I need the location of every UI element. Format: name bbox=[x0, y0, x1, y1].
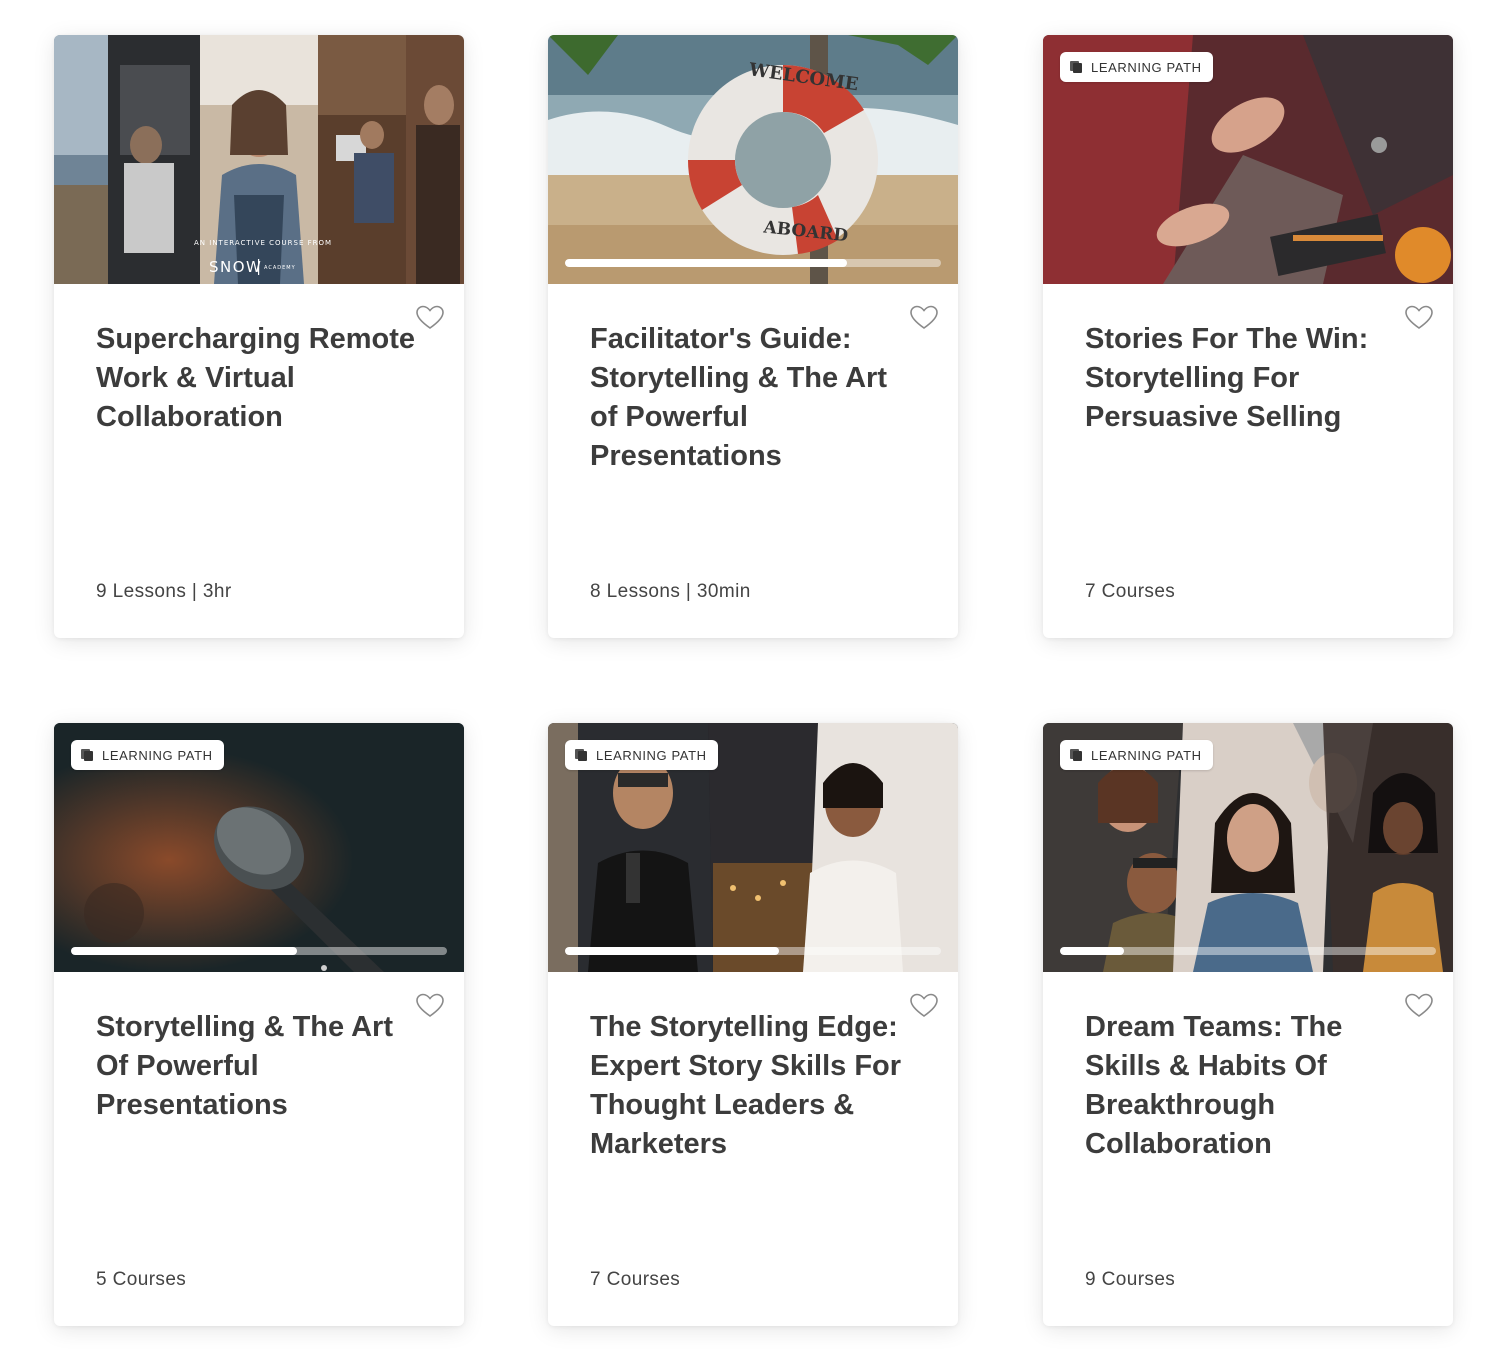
course-thumbnail[interactable]: LEARNING PATH bbox=[1043, 723, 1453, 972]
course-title[interactable]: The Storytelling Edge: Expert Story Skil… bbox=[590, 1008, 910, 1164]
course-meta: 5 Courses bbox=[96, 1269, 187, 1290]
heart-icon[interactable] bbox=[1405, 305, 1433, 331]
course-title[interactable]: Storytelling & The Art Of Powerful Prese… bbox=[96, 1008, 416, 1125]
course-meta: 8 Lessons | 30min bbox=[590, 581, 751, 602]
course-title[interactable]: Facilitator's Guide: Storytelling & The … bbox=[590, 320, 910, 476]
course-thumbnail[interactable]: WELCOME ABOARD bbox=[548, 35, 958, 284]
stacked-pages-icon bbox=[1070, 61, 1082, 73]
progress-bar bbox=[71, 947, 447, 955]
course-thumbnail[interactable]: LEARNING PATH bbox=[1043, 35, 1453, 284]
course-card[interactable]: LEARNING PATH Storytelling & The Art Of … bbox=[54, 723, 464, 1326]
image-logo-text: SNOW bbox=[209, 258, 262, 276]
progress-bar bbox=[565, 947, 941, 955]
course-thumbnail[interactable]: LEARNING PATH bbox=[54, 723, 464, 972]
course-meta: 9 Lessons | 3hr bbox=[96, 581, 232, 602]
badge-label: LEARNING PATH bbox=[1091, 59, 1202, 75]
stacked-pages-icon bbox=[1070, 749, 1082, 761]
course-card[interactable]: AN INTERACTIVE COURSE FROM SNOW ACADEMY … bbox=[54, 35, 464, 638]
heart-icon[interactable] bbox=[416, 993, 444, 1019]
progress-bar bbox=[1060, 947, 1436, 955]
course-thumbnail[interactable]: LEARNING PATH bbox=[548, 723, 958, 972]
course-card[interactable]: LEARNING PATH Stories For The Win: Story… bbox=[1043, 35, 1453, 638]
progress-fill bbox=[1060, 947, 1124, 955]
image-logo-subtext: ACADEMY bbox=[264, 265, 296, 271]
course-card[interactable]: LEARNING PATH The Storytelling Edge: Exp… bbox=[548, 723, 958, 1326]
learning-path-badge: LEARNING PATH bbox=[71, 740, 224, 770]
course-card[interactable]: LEARNING PATH Dream Teams: The Skills & … bbox=[1043, 723, 1453, 1326]
heart-icon[interactable] bbox=[910, 305, 938, 331]
progress-fill bbox=[565, 947, 780, 955]
learning-path-badge: LEARNING PATH bbox=[1060, 740, 1213, 770]
course-title[interactable]: Supercharging Remote Work & Virtual Coll… bbox=[96, 320, 416, 437]
course-grid: AN INTERACTIVE COURSE FROM SNOW ACADEMY … bbox=[0, 0, 1500, 1358]
course-meta: 9 Courses bbox=[1085, 1269, 1176, 1290]
badge-label: LEARNING PATH bbox=[596, 747, 707, 763]
badge-label: LEARNING PATH bbox=[1091, 747, 1202, 763]
stacked-pages-icon bbox=[81, 749, 93, 761]
stacked-pages-icon bbox=[575, 749, 587, 761]
course-thumbnail[interactable]: AN INTERACTIVE COURSE FROM SNOW ACADEMY bbox=[54, 35, 464, 284]
heart-icon[interactable] bbox=[1405, 993, 1433, 1019]
course-meta: 7 Courses bbox=[590, 1269, 681, 1290]
collage-remote-workers-image: AN INTERACTIVE COURSE FROM SNOW ACADEMY bbox=[54, 35, 464, 284]
progress-fill bbox=[565, 259, 847, 267]
learning-path-badge: LEARNING PATH bbox=[1060, 52, 1213, 82]
course-meta: 7 Courses bbox=[1085, 581, 1176, 602]
heart-icon[interactable] bbox=[910, 993, 938, 1019]
course-title[interactable]: Dream Teams: The Skills & Habits Of Brea… bbox=[1085, 1008, 1405, 1164]
image-caption: AN INTERACTIVE COURSE FROM bbox=[194, 239, 332, 247]
badge-label: LEARNING PATH bbox=[102, 747, 213, 763]
course-title[interactable]: Stories For The Win: Storytelling For Pe… bbox=[1085, 320, 1405, 437]
progress-fill bbox=[71, 947, 297, 955]
learning-path-badge: LEARNING PATH bbox=[565, 740, 718, 770]
course-card[interactable]: WELCOME ABOARD Facilitator's Guide: Stor… bbox=[548, 35, 958, 638]
progress-bar bbox=[565, 259, 941, 267]
heart-icon[interactable] bbox=[416, 305, 444, 331]
lifebuoy-beach-image: WELCOME ABOARD bbox=[548, 35, 958, 284]
